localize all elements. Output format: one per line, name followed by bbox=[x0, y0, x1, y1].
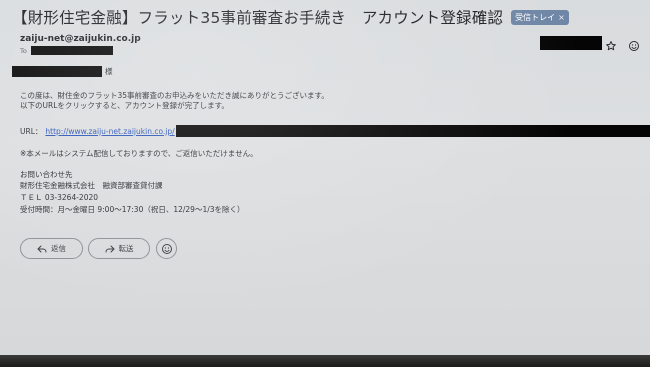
instruction-line: 以下のURLをクリックすると、アカウント登録が完了します。 bbox=[20, 101, 229, 110]
inbox-label-chip[interactable]: 受信トレイ × bbox=[511, 9, 569, 25]
thanks-line: この度は、財住金のフラット35事前審査のお申込みをいただき誠にありがとうございま… bbox=[20, 91, 329, 100]
forward-label: 転送 bbox=[118, 244, 134, 253]
contact-heading: お問い合わせ先 bbox=[20, 170, 73, 179]
salutation: 様 bbox=[12, 66, 113, 77]
email-view: 【財形住宅金融】フラット35事前審査お手続き アカウント登録確認 受信トレイ ×… bbox=[0, 0, 650, 360]
emoji-icon bbox=[161, 243, 173, 255]
no-reply-notice: ※本メールはシステム配信しておりますので、ご返信いただけません。 bbox=[20, 149, 258, 158]
contact-company: 財形住宅金融株式会社 融資部審査貸付課 bbox=[20, 181, 163, 190]
salutation-suffix: 様 bbox=[105, 67, 113, 76]
reply-label: 返信 bbox=[51, 244, 66, 253]
recipient-redaction bbox=[30, 46, 113, 55]
contact-hours: 受付時間：月〜金曜日 9:00〜17:30（祝日、12/29〜1/3を除く） bbox=[20, 205, 245, 214]
contact-tel: ＴＥＬ 03-3264-2020 bbox=[20, 193, 99, 202]
recipient-row: To bbox=[20, 46, 113, 55]
url-redaction bbox=[175, 125, 650, 137]
forward-arrow-icon bbox=[105, 245, 115, 253]
date-redaction bbox=[540, 36, 602, 50]
subject-row: 【財形住宅金融】フラット35事前審査お手続き アカウント登録確認 受信トレイ × bbox=[12, 6, 569, 28]
to-label: To bbox=[20, 46, 27, 55]
recipient-name-redaction bbox=[12, 66, 102, 77]
forward-button[interactable]: 転送 bbox=[88, 238, 150, 259]
emoji-reaction-icon[interactable] bbox=[628, 37, 640, 51]
reply-button[interactable]: 返信 bbox=[20, 238, 83, 259]
url-label: URL： bbox=[20, 126, 43, 136]
registration-link[interactable]: http://www.zaiju-net.zaijukin.co.jp/ bbox=[45, 127, 174, 136]
star-icon[interactable] bbox=[605, 37, 617, 51]
emoji-reaction-button[interactable] bbox=[156, 238, 177, 259]
inbox-label-text: 受信トレイ bbox=[515, 12, 556, 22]
email-subject: 【財形住宅金融】フラット35事前審査お手続き アカウント登録確認 bbox=[12, 9, 504, 27]
monitor-bezel bbox=[0, 355, 650, 367]
sender-address: zaiju-net@zaijukin.co.jp bbox=[20, 34, 141, 44]
remove-label-icon[interactable]: × bbox=[558, 13, 565, 22]
reply-arrow-icon bbox=[37, 245, 47, 253]
url-row: URL： http://www.zaiju-net.zaijukin.co.jp… bbox=[20, 125, 650, 137]
